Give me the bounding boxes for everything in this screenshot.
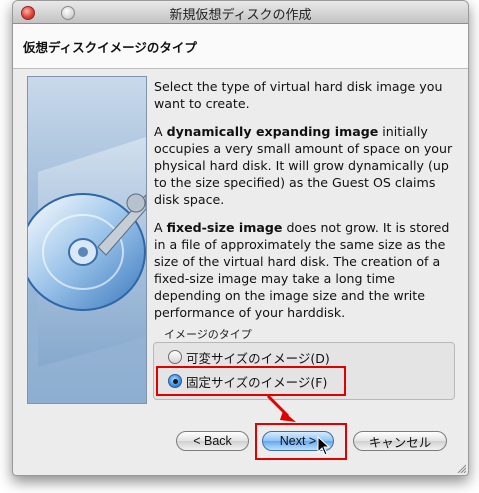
annotation-arrow-icon bbox=[266, 394, 296, 422]
mouse-cursor-icon bbox=[317, 436, 331, 456]
